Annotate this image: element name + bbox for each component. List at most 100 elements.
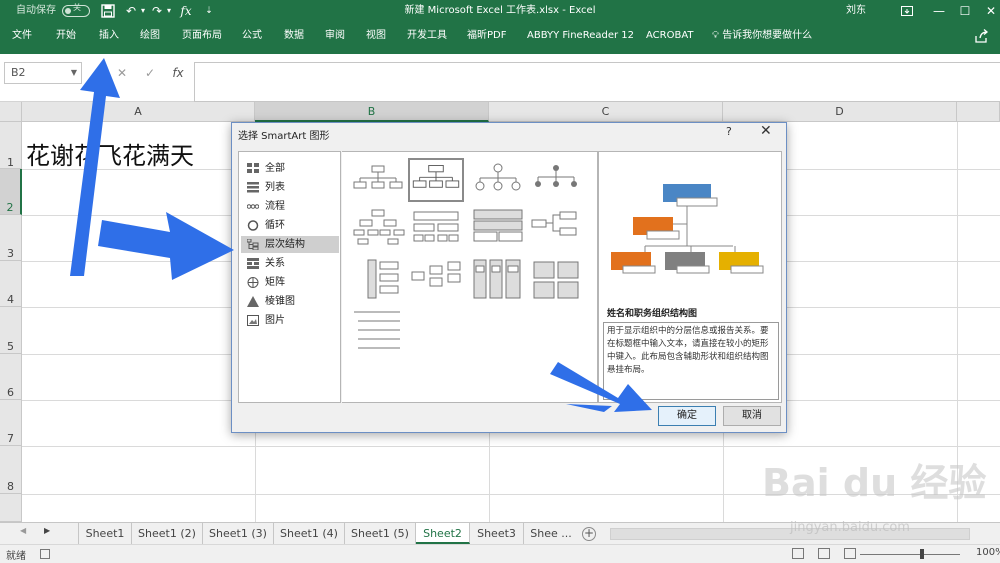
normal-view-icon[interactable] — [792, 548, 804, 559]
layout-thumbnail[interactable] — [470, 258, 526, 302]
category-hierarchy[interactable]: 层次结构 — [241, 236, 339, 253]
macro-record-icon[interactable] — [40, 549, 50, 559]
layout-thumbnail-selected[interactable] — [408, 158, 464, 202]
category-label: 全部 — [265, 163, 285, 174]
layout-thumbnail[interactable] — [528, 258, 584, 302]
user-name[interactable]: 刘东 — [846, 0, 866, 22]
tab-review[interactable]: 审阅 — [325, 22, 345, 52]
row-header-4[interactable]: 4 — [0, 261, 22, 307]
insert-function-button[interactable]: fx — [168, 62, 188, 84]
layout-thumbnail[interactable] — [350, 208, 406, 252]
category-list-item[interactable]: 列表 — [241, 179, 339, 196]
tab-foxit-pdf[interactable]: 福昕PDF — [467, 22, 506, 52]
select-all-corner[interactable] — [0, 102, 22, 122]
sheet-tab[interactable]: Sheet3 — [470, 523, 524, 544]
layout-thumbnail[interactable] — [470, 208, 526, 252]
tab-formulas[interactable]: 公式 — [242, 22, 262, 52]
preview-title-box — [676, 197, 718, 207]
preview-title-box — [676, 265, 710, 274]
row-header-6[interactable]: 6 — [0, 354, 22, 400]
confirm-entry-icon[interactable]: ✓ — [140, 62, 160, 84]
tab-draw[interactable]: 绘图 — [140, 22, 160, 52]
zoom-slider-thumb[interactable] — [920, 549, 924, 559]
category-all[interactable]: 全部 — [241, 160, 339, 177]
layout-thumbnail[interactable] — [408, 208, 464, 252]
sheet-tab[interactable]: Sheet1 — [78, 523, 132, 544]
tab-data[interactable]: 数据 — [284, 22, 304, 52]
layout-thumbnail[interactable] — [350, 158, 406, 202]
category-label: 矩阵 — [265, 277, 285, 288]
grid-icon — [247, 163, 259, 173]
tab-file[interactable]: 文件 — [12, 22, 32, 52]
title-bar: 自动保存 关 ↶ ▾ ↷ ▾ fx ⇣ 新建 Microsoft Excel 工… — [0, 0, 1000, 22]
page-layout-view-icon[interactable] — [818, 548, 830, 559]
sheet-tab[interactable]: Sheet1 (2) — [132, 523, 203, 544]
cycle-icon — [247, 220, 259, 231]
chevron-down-icon[interactable]: ▼ — [71, 63, 77, 83]
list-icon — [247, 182, 259, 193]
ok-button[interactable]: 确定 — [658, 406, 716, 426]
tab-insert[interactable]: 插入 — [99, 22, 119, 52]
column-header-e[interactable] — [957, 102, 1000, 122]
category-cycle[interactable]: 循环 — [241, 217, 339, 234]
sheet-tab-active[interactable]: Sheet2 — [416, 523, 470, 544]
sheet-tab[interactable]: Sheet1 (5) — [345, 523, 416, 544]
cell-a1[interactable]: 花谢花飞花满天 — [26, 136, 194, 171]
column-header-c[interactable]: C — [489, 102, 723, 122]
scroll-right-icon[interactable]: ▶ — [44, 526, 50, 535]
cancel-button[interactable]: 取消 — [723, 406, 781, 426]
dialog-title: 选择 SmartArt 图形 — [238, 131, 330, 142]
layout-thumbnail[interactable] — [528, 158, 584, 202]
category-process[interactable]: 流程 — [241, 198, 339, 215]
category-label: 流程 — [265, 201, 285, 212]
category-pyramid[interactable]: 棱锥图 — [241, 293, 339, 310]
layout-thumbnail[interactable] — [350, 308, 406, 352]
add-sheet-button[interactable]: + — [582, 527, 596, 541]
sheet-tab[interactable]: Sheet1 (3) — [203, 523, 274, 544]
layout-thumbnail[interactable] — [408, 258, 464, 302]
smartart-dialog: 选择 SmartArt 图形 ? ✕ 全部 列表 流程 循环 层次结构 关系 矩… — [231, 122, 787, 433]
layout-thumbnail[interactable] — [350, 258, 406, 302]
org-chart-preview — [611, 184, 764, 274]
row-header-8[interactable]: 8 — [0, 446, 22, 494]
name-box[interactable]: B2 ▼ — [4, 62, 82, 84]
name-box-value: B2 — [11, 66, 26, 79]
layout-thumbnail[interactable] — [528, 208, 584, 252]
sheet-tab[interactable]: Shee ... — [524, 523, 578, 544]
column-header-b[interactable]: B — [255, 102, 489, 122]
formula-input[interactable] — [194, 62, 1000, 102]
help-icon[interactable]: ? — [726, 125, 732, 138]
page-break-view-icon[interactable] — [844, 548, 856, 559]
tell-me-box[interactable]: 💡︎ 告诉我你想要做什么 — [712, 22, 812, 52]
category-picture[interactable]: 图片 — [241, 312, 339, 329]
layout-thumbnail[interactable] — [470, 158, 526, 202]
layout-gallery — [342, 151, 598, 403]
row-header-9[interactable] — [0, 494, 22, 522]
zoom-level[interactable]: 100% — [976, 547, 1000, 558]
tab-abbyy[interactable]: ABBYY FineReader 12 — [527, 22, 634, 52]
tab-page-layout[interactable]: 页面布局 — [182, 22, 222, 52]
row-header-1[interactable]: 1 — [0, 122, 22, 169]
tab-view[interactable]: 视图 — [366, 22, 386, 52]
tab-developer[interactable]: 开发工具 — [407, 22, 447, 52]
row-header-5[interactable]: 5 — [0, 307, 22, 354]
sheet-tab[interactable]: Sheet1 (4) — [274, 523, 345, 544]
share-icon[interactable] — [974, 28, 990, 44]
column-header-a[interactable]: A — [22, 102, 255, 122]
row-header-3[interactable]: 3 — [0, 215, 22, 261]
gridline — [22, 446, 1000, 447]
process-icon — [247, 204, 259, 209]
column-header-d[interactable]: D — [723, 102, 957, 122]
ribbon-display-icon[interactable] — [890, 0, 924, 22]
category-matrix[interactable]: 矩阵 — [241, 274, 339, 291]
row-header-7[interactable]: 7 — [0, 400, 22, 446]
tab-home[interactable]: 开始 — [56, 22, 76, 52]
row-header-2[interactable]: 2 — [0, 169, 22, 215]
cancel-entry-icon[interactable]: ✕ — [112, 62, 132, 84]
scroll-left-icon[interactable]: ◀ — [20, 526, 26, 535]
tab-acrobat[interactable]: ACROBAT — [646, 22, 694, 52]
dialog-close-icon[interactable]: ✕ — [760, 123, 772, 139]
close-icon[interactable]: ✕ — [974, 0, 1000, 22]
category-relationship[interactable]: 关系 — [241, 255, 339, 272]
zoom-slider[interactable] — [860, 554, 960, 555]
